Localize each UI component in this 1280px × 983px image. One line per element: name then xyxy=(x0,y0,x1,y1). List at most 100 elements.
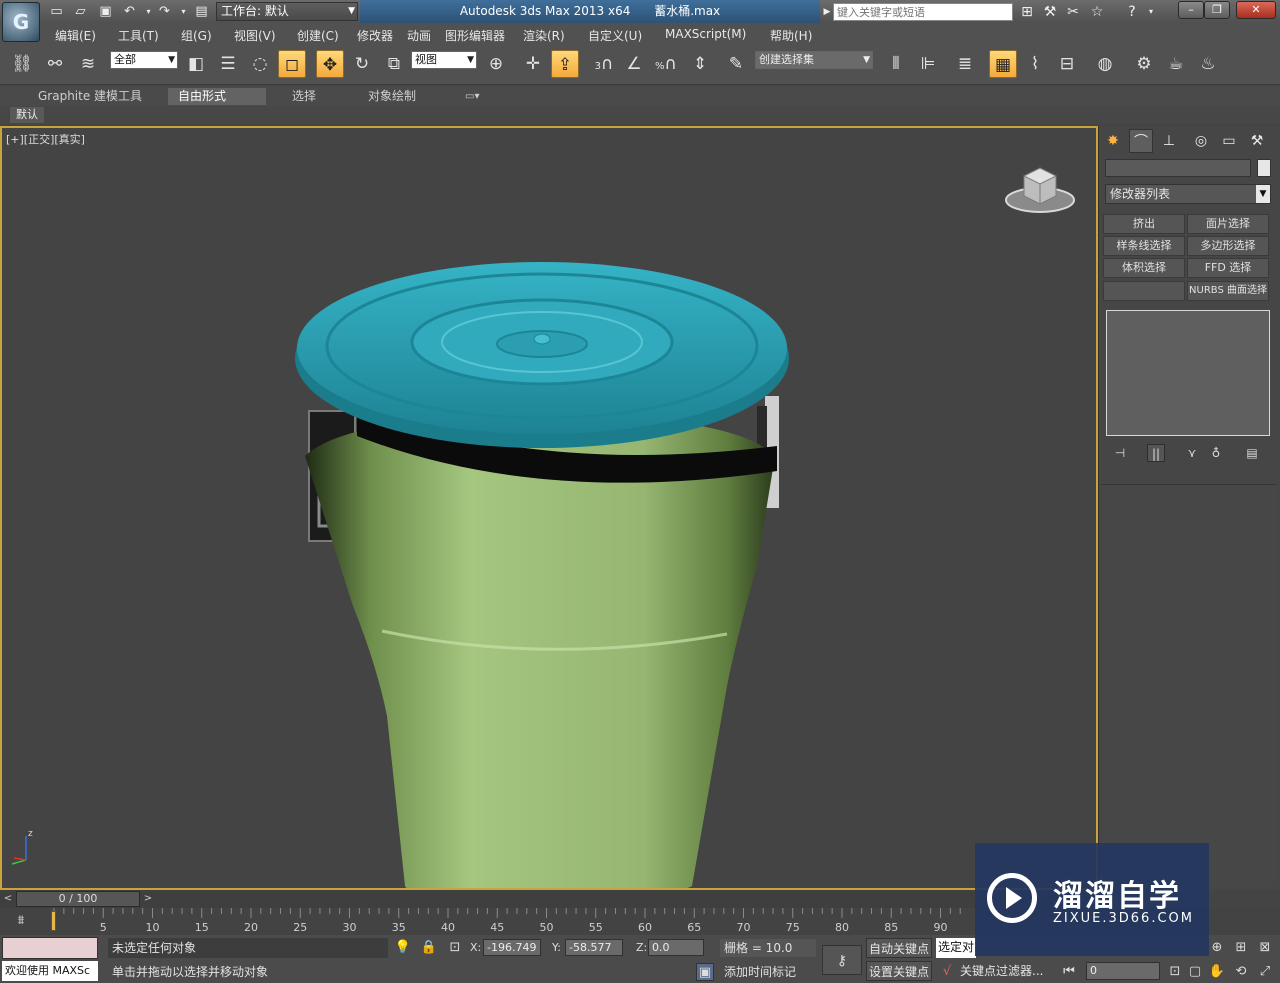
zoom-extents-icon[interactable]: ⊞ xyxy=(1232,939,1250,957)
patch-select-button[interactable]: 面片选择 xyxy=(1187,214,1269,234)
spinner-snap-icon[interactable]: ⇕ xyxy=(686,50,714,78)
select-and-manipulate-icon[interactable]: ✛ xyxy=(519,50,547,78)
search-input[interactable] xyxy=(833,3,1013,21)
time-slider-thumb[interactable]: 0 / 100 xyxy=(16,891,140,907)
selection-filter-select[interactable]: 全部 ▼ xyxy=(110,51,178,69)
selected-object-select[interactable]: 选定对象 xyxy=(936,938,976,958)
menu-modifiers[interactable]: 修改器 xyxy=(357,27,393,44)
z-coord-field[interactable]: 0.0 xyxy=(648,939,704,956)
menu-tools[interactable]: 工具(T) xyxy=(118,27,159,44)
modifier-list-select[interactable]: 修改器列表 ▼ xyxy=(1105,184,1271,204)
next-frame-arrow-icon[interactable]: > xyxy=(141,891,155,907)
percent-snap-icon[interactable]: %∩ xyxy=(652,50,680,78)
selection-lock-icon[interactable]: 🔒 xyxy=(420,939,438,957)
workspace-select[interactable]: 工作台: 默认 ▼ xyxy=(216,2,358,21)
select-and-rotate-icon[interactable]: ↻ xyxy=(348,50,376,78)
link-icon[interactable]: ⛓ xyxy=(8,50,36,78)
named-selection-set-select[interactable]: 创建选择集 ▼ xyxy=(755,51,873,69)
ffd-select-button[interactable]: FFD 选择 xyxy=(1187,258,1269,278)
rendered-frame-window-icon[interactable]: ☕ xyxy=(1162,50,1190,78)
bind-space-warp-icon[interactable]: ≋ xyxy=(74,50,102,78)
goto-start-icon[interactable]: ⏮ xyxy=(1060,963,1078,981)
render-setup-icon[interactable]: ⚙ xyxy=(1130,50,1158,78)
pivot-center-icon[interactable]: ⊕ xyxy=(482,50,510,78)
select-and-move-icon[interactable]: ✥ xyxy=(316,50,344,78)
save-icon[interactable]: ▣ xyxy=(97,3,114,20)
binoculars-icon[interactable]: ⊞ xyxy=(1018,3,1036,21)
help-icon[interactable]: ? xyxy=(1123,3,1141,21)
tab-object-paint[interactable]: 对象绘制 xyxy=(358,88,426,105)
poly-select-button[interactable]: 多边形选择 xyxy=(1187,236,1269,256)
close-button[interactable]: ✕ xyxy=(1236,1,1276,19)
schematic-view-icon[interactable]: ⊟ xyxy=(1053,50,1081,78)
tab-freeform[interactable]: 自由形式 xyxy=(168,88,266,105)
window-crossing-icon[interactable]: ◻ xyxy=(278,50,306,78)
keyboard-shortcut-override-icon[interactable]: ⇪ xyxy=(551,50,579,78)
current-frame-marker[interactable] xyxy=(51,911,56,931)
zoom-region-icon[interactable]: ⊡ xyxy=(1166,963,1184,981)
selection-region-icon[interactable]: ◌ xyxy=(246,50,274,78)
current-frame-field[interactable]: 0 xyxy=(1086,962,1160,980)
key-filters-button[interactable]: 关键点过滤器... xyxy=(960,961,1050,981)
make-unique-icon[interactable]: ⋎ xyxy=(1183,444,1201,462)
show-end-result-icon[interactable]: || xyxy=(1147,444,1165,462)
utilities-tab-icon[interactable]: ⚒ xyxy=(1245,129,1269,153)
empty-modifier-button[interactable] xyxy=(1103,281,1185,301)
pin-stack-icon[interactable]: ⊣ xyxy=(1111,444,1129,462)
menu-create[interactable]: 创建(C) xyxy=(297,27,339,44)
select-and-scale-icon[interactable]: ⧉ xyxy=(380,50,408,78)
layer-manager-icon[interactable]: ≣ xyxy=(951,50,979,78)
zoom-extents-all-icon[interactable]: ⊠ xyxy=(1256,939,1274,957)
perspective-viewport[interactable]: [+][正交][真实] z xyxy=(0,126,1098,890)
align-icon[interactable]: ⊫ xyxy=(914,50,942,78)
motion-tab-icon[interactable]: ◎ xyxy=(1189,129,1213,153)
menu-rendering[interactable]: 渲染(R) xyxy=(523,27,565,44)
new-file-icon[interactable]: ▭ xyxy=(48,3,65,20)
zoom-icon[interactable]: ⊕ xyxy=(1208,939,1226,957)
maximize-button[interactable]: ❐ xyxy=(1204,1,1230,19)
undo-dropdown-icon[interactable]: ▾ xyxy=(140,3,157,20)
tab-graphite-modeling[interactable]: Graphite 建模工具 xyxy=(28,88,152,105)
set-key-button[interactable]: 设置关键点 xyxy=(866,961,932,981)
graphite-toggle-icon[interactable]: ▦ xyxy=(989,50,1017,78)
reference-coord-select[interactable]: 视图 ▼ xyxy=(411,51,477,69)
object-name-field[interactable] xyxy=(1105,159,1251,177)
redo-dropdown-icon[interactable]: ▾ xyxy=(175,3,192,20)
subscription-icon[interactable]: ⚒ xyxy=(1041,3,1059,21)
mirror-icon[interactable]: ⫴ xyxy=(882,50,910,78)
water-bucket-model[interactable] xyxy=(287,246,807,890)
menu-group[interactable]: 组(G) xyxy=(181,27,212,44)
minimize-button[interactable]: – xyxy=(1178,1,1204,19)
menu-customize[interactable]: 自定义(U) xyxy=(588,27,642,44)
unlink-icon[interactable]: ⚯ xyxy=(41,50,69,78)
viewport-label[interactable]: [+][正交][真实] xyxy=(6,131,85,147)
viewcube[interactable] xyxy=(1002,162,1082,217)
x-coord-field[interactable]: -196.749 xyxy=(483,939,541,956)
app-logo-button[interactable]: G xyxy=(2,2,40,42)
material-editor-icon[interactable]: ◍ xyxy=(1091,50,1119,78)
ribbon-options-icon[interactable]: ▭▾ xyxy=(455,88,489,105)
orbit-icon[interactable]: ⟲ xyxy=(1232,963,1250,981)
extrude-button[interactable]: 挤出 xyxy=(1103,214,1185,234)
maximize-viewport-icon[interactable]: ⤢ xyxy=(1256,963,1274,981)
help-dropdown-icon[interactable]: ▾ xyxy=(1142,3,1160,21)
project-folder-icon[interactable]: ▤ xyxy=(193,3,210,20)
menu-animation[interactable]: 动画 xyxy=(407,27,431,44)
configure-modifier-sets-icon[interactable]: ▤ xyxy=(1243,444,1261,462)
edit-named-selection-icon[interactable]: ✎ xyxy=(722,50,750,78)
modifier-stack[interactable] xyxy=(1106,310,1270,436)
add-time-tag-button[interactable]: 添加时间标记 xyxy=(720,963,816,981)
communication-icon[interactable]: ✂ xyxy=(1064,3,1082,21)
select-by-name-icon[interactable]: ☰ xyxy=(214,50,242,78)
tab-selection[interactable]: 选择 xyxy=(282,88,326,105)
display-tab-icon[interactable]: ▭ xyxy=(1217,129,1241,153)
create-tab-icon[interactable]: ✸ xyxy=(1101,129,1125,153)
snaps-toggle-icon[interactable]: 3∩ xyxy=(590,50,618,78)
hierarchy-tab-icon[interactable]: ⊥ xyxy=(1157,129,1181,153)
pan-hand-icon[interactable]: ✋ xyxy=(1208,963,1226,981)
favorites-star-icon[interactable]: ☆ xyxy=(1088,3,1106,21)
remove-modifier-icon[interactable]: ♁ xyxy=(1207,444,1225,462)
menu-maxscript[interactable]: MAXScript(M) xyxy=(665,27,746,41)
object-color-swatch[interactable] xyxy=(1257,159,1271,177)
auto-key-button[interactable]: 自动关键点 xyxy=(866,938,932,958)
